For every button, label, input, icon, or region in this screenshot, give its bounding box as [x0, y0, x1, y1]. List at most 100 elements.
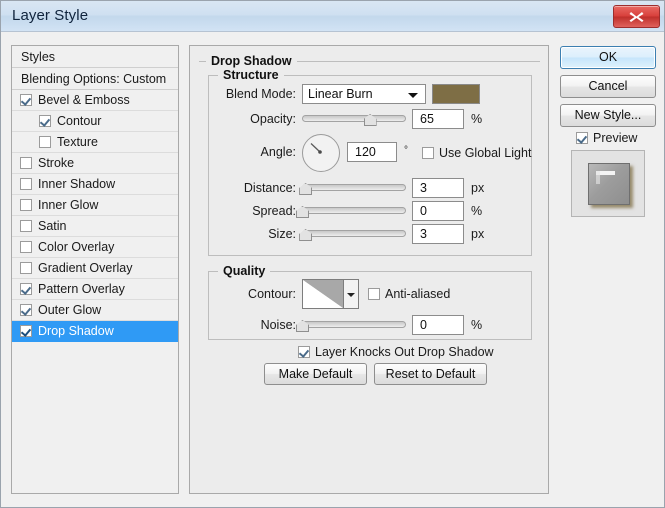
styles-item-stroke[interactable]: Stroke [12, 153, 178, 174]
preview-checkbox[interactable]: Preview [576, 131, 637, 145]
angle-dial-icon [303, 135, 337, 169]
opacity-input[interactable]: 65 [412, 109, 464, 129]
styles-item-inner-shadow[interactable]: Inner Shadow [12, 174, 178, 195]
window-title: Layer Style [12, 7, 88, 24]
styles-item-checkbox[interactable] [20, 178, 32, 190]
distance-slider[interactable] [302, 180, 406, 196]
styles-item-checkbox[interactable] [39, 136, 51, 148]
reset-to-default-button[interactable]: Reset to Default [374, 363, 487, 385]
styles-item-checkbox[interactable] [20, 241, 32, 253]
spread-unit: % [471, 201, 482, 221]
chevron-down-icon [408, 93, 418, 98]
preview-mark-vertical [596, 171, 600, 184]
opacity-slider-track [302, 115, 406, 122]
spread-slider-track [302, 207, 406, 214]
opacity-slider[interactable] [302, 111, 406, 127]
settings-panel: Drop Shadow Structure Blend Mode: Linear… [189, 45, 549, 494]
noise-label: Noise: [218, 315, 296, 335]
styles-item-contour[interactable]: Contour [12, 111, 178, 132]
styles-item-label: Stroke [38, 156, 74, 170]
blend-mode-label: Blend Mode: [218, 84, 296, 104]
styles-item-outer-glow[interactable]: Outer Glow [12, 300, 178, 321]
preview-box [576, 132, 588, 144]
styles-item-checkbox[interactable] [20, 157, 32, 169]
angle-input[interactable]: 120 [347, 142, 397, 162]
layer-knocks-out-box [298, 346, 310, 358]
make-default-button[interactable]: Make Default [264, 363, 367, 385]
styles-item-label: Gradient Overlay [38, 261, 132, 275]
styles-item-label: Inner Glow [38, 198, 98, 212]
use-global-light-box [422, 147, 434, 159]
size-unit: px [471, 224, 484, 244]
preview-chip [588, 163, 630, 205]
styles-item-color-overlay[interactable]: Color Overlay [12, 237, 178, 258]
contour-label: Contour: [218, 284, 296, 304]
styles-item-label: Satin [38, 219, 67, 233]
styles-item-pattern-overlay[interactable]: Pattern Overlay [12, 279, 178, 300]
styles-item-gradient-overlay[interactable]: Gradient Overlay [12, 258, 178, 279]
layer-knocks-out-checkbox[interactable]: Layer Knocks Out Drop Shadow [298, 345, 494, 359]
styles-item-drop-shadow[interactable]: Drop Shadow [12, 321, 178, 342]
styles-item-texture[interactable]: Texture [12, 132, 178, 153]
angle-dial[interactable] [302, 134, 340, 172]
contour-dropdown-button[interactable] [344, 279, 359, 309]
styles-item-label: Texture [57, 135, 98, 149]
opacity-unit: % [471, 109, 482, 129]
styles-item-satin[interactable]: Satin [12, 216, 178, 237]
angle-label: Angle: [218, 142, 296, 162]
noise-slider[interactable] [302, 317, 406, 333]
contour-curve-icon [303, 280, 343, 308]
styles-item-checkbox[interactable] [20, 220, 32, 232]
quality-group-label: Quality [218, 264, 270, 278]
distance-slider-track [302, 184, 406, 191]
anti-aliased-checkbox[interactable]: Anti-aliased [368, 287, 450, 301]
blend-mode-value: Linear Burn [308, 85, 373, 104]
size-label: Size: [210, 224, 296, 244]
anti-aliased-label: Anti-aliased [385, 287, 450, 301]
styles-item-label: Pattern Overlay [38, 282, 125, 296]
styles-item-bevel-emboss[interactable]: Bevel & Emboss [12, 90, 178, 111]
anti-aliased-box [368, 288, 380, 300]
structure-group-label: Structure [218, 68, 284, 82]
title-bar: Layer Style [1, 1, 665, 32]
angle-unit: ° [404, 141, 408, 161]
use-global-light-label: Use Global Light [439, 146, 531, 160]
styles-header: Styles [12, 46, 178, 68]
styles-item-label: Color Overlay [38, 240, 114, 254]
drop-shadow-group-label: Drop Shadow [206, 54, 297, 68]
spread-input[interactable]: 0 [412, 201, 464, 221]
contour-preview[interactable] [302, 279, 344, 309]
styles-item-checkbox[interactable] [20, 262, 32, 274]
blending-options-row[interactable]: Blending Options: Custom [12, 68, 178, 90]
noise-unit: % [471, 315, 482, 335]
distance-label: Distance: [210, 178, 296, 198]
styles-item-checkbox[interactable] [20, 283, 32, 295]
size-slider[interactable] [302, 226, 406, 242]
noise-slider-track [302, 321, 406, 328]
styles-item-checkbox[interactable] [39, 115, 51, 127]
use-global-light-checkbox[interactable]: Use Global Light [422, 146, 531, 160]
blend-mode-select[interactable]: Linear Burn [302, 84, 426, 104]
shadow-color-swatch[interactable] [432, 84, 480, 104]
size-slider-track [302, 230, 406, 237]
new-style-button[interactable]: New Style... [560, 104, 656, 127]
close-icon [628, 10, 645, 23]
styles-item-label: Drop Shadow [38, 324, 114, 338]
size-input[interactable]: 3 [412, 224, 464, 244]
styles-item-checkbox[interactable] [20, 325, 32, 337]
styles-item-checkbox[interactable] [20, 94, 32, 106]
noise-input[interactable]: 0 [412, 315, 464, 335]
layer-knocks-out-label: Layer Knocks Out Drop Shadow [315, 345, 494, 359]
styles-item-label: Outer Glow [38, 303, 101, 317]
chevron-down-icon [347, 293, 355, 297]
styles-item-label: Bevel & Emboss [38, 93, 130, 107]
spread-label: Spread: [210, 201, 296, 221]
spread-slider[interactable] [302, 203, 406, 219]
styles-item-checkbox[interactable] [20, 304, 32, 316]
styles-item-checkbox[interactable] [20, 199, 32, 211]
ok-button[interactable]: OK [560, 46, 656, 69]
styles-item-inner-glow[interactable]: Inner Glow [12, 195, 178, 216]
close-button[interactable] [613, 5, 660, 28]
distance-input[interactable]: 3 [412, 178, 464, 198]
cancel-button[interactable]: Cancel [560, 75, 656, 98]
